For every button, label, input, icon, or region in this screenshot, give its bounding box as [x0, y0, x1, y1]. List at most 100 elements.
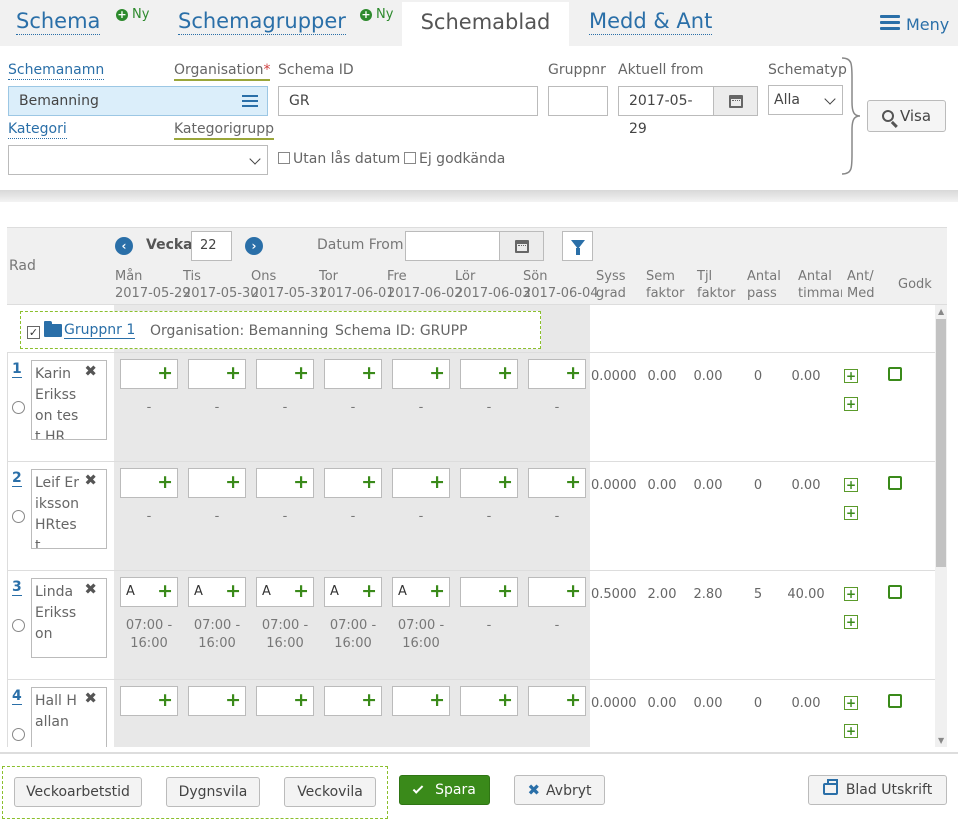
blad-utskrift-button[interactable]: Blad Utskrift	[808, 775, 947, 805]
day-cell-input[interactable]: +	[528, 359, 586, 389]
day-cell-input[interactable]: A +	[120, 577, 178, 607]
chevron-left-icon[interactable]: ‹	[115, 237, 133, 255]
gruppnr-input[interactable]	[548, 86, 608, 116]
kategori-label[interactable]: Kategori	[8, 121, 67, 139]
add-message-icon[interactable]: +	[844, 724, 858, 738]
utan-las-datum-checkbox[interactable]: Utan lås datum	[278, 151, 400, 167]
day-cell-input[interactable]: +	[256, 468, 314, 498]
plus-icon[interactable]: +	[565, 472, 581, 492]
day-cell-input[interactable]: +	[324, 686, 382, 716]
menu-button[interactable]: Meny	[880, 12, 949, 34]
plus-icon[interactable]: +	[157, 690, 173, 710]
row-number-link[interactable]: 4	[12, 689, 22, 705]
spara-button[interactable]: Spara	[399, 775, 490, 805]
remove-icon[interactable]: ✖	[84, 362, 97, 380]
day-cell-input[interactable]: +	[460, 468, 518, 498]
row-number-link[interactable]: 2	[12, 471, 22, 487]
organisation-field[interactable]: Bemanning	[8, 86, 268, 116]
plus-icon[interactable]: +	[429, 690, 445, 710]
add-message-icon[interactable]: +	[844, 397, 858, 411]
vecka-input[interactable]: 22	[191, 231, 232, 261]
plus-icon[interactable]: +	[293, 690, 309, 710]
approve-checkbox[interactable]	[888, 585, 902, 599]
day-cell-input[interactable]: +	[324, 468, 382, 498]
day-cell-input[interactable]: +	[460, 577, 518, 607]
add-note-icon[interactable]: +	[844, 587, 858, 601]
nav-schemagrupper-link[interactable]: Schemagrupper	[178, 8, 346, 35]
add-note-icon[interactable]: +	[844, 478, 858, 492]
approve-checkbox[interactable]	[888, 476, 902, 490]
row-radio[interactable]	[12, 510, 25, 523]
grid-scrollbar[interactable]: ▲ ▼	[935, 305, 947, 747]
day-cell-input[interactable]: +	[120, 686, 178, 716]
filter-button[interactable]	[562, 231, 593, 261]
add-note-icon[interactable]: +	[844, 369, 858, 383]
row-radio[interactable]	[12, 619, 25, 632]
avbryt-button[interactable]: ✖ Avbryt	[514, 775, 605, 805]
plus-icon[interactable]: +	[565, 690, 581, 710]
day-cell-input[interactable]: +	[120, 468, 178, 498]
plus-icon[interactable]: +	[157, 472, 173, 492]
plus-icon[interactable]: +	[497, 690, 513, 710]
group-checkbox[interactable]: ✓	[27, 326, 40, 339]
plus-icon[interactable]: +	[225, 690, 241, 710]
ej-godkanda-checkbox[interactable]: Ej godkända	[404, 151, 505, 167]
plus-icon[interactable]: +	[157, 581, 173, 601]
chevron-right-icon[interactable]: ›	[245, 237, 263, 255]
plus-icon[interactable]: +	[565, 363, 581, 383]
day-cell-input[interactable]: +	[460, 359, 518, 389]
schema-id-input[interactable]: GR	[278, 86, 538, 116]
remove-icon[interactable]: ✖	[84, 580, 97, 598]
plus-icon[interactable]: +	[429, 472, 445, 492]
day-cell-input[interactable]: +	[256, 359, 314, 389]
day-cell-input[interactable]: +	[120, 359, 178, 389]
plus-icon[interactable]: +	[361, 472, 377, 492]
plus-icon[interactable]: +	[293, 472, 309, 492]
nav-schema-new-link[interactable]: + Ny	[116, 7, 149, 22]
plus-icon[interactable]: +	[293, 363, 309, 383]
day-cell-input[interactable]: A +	[324, 577, 382, 607]
day-cell-input[interactable]: A +	[392, 577, 450, 607]
plus-icon[interactable]: +	[361, 690, 377, 710]
day-cell-input[interactable]: +	[392, 359, 450, 389]
day-cell-input[interactable]: +	[188, 468, 246, 498]
datum-from-input[interactable]	[405, 231, 500, 261]
nav-medd-ant-link[interactable]: Medd & Ant	[589, 8, 713, 35]
scrollbar-thumb[interactable]	[936, 319, 946, 567]
plus-icon[interactable]: +	[497, 581, 513, 601]
day-cell-input[interactable]: +	[324, 359, 382, 389]
add-message-icon[interactable]: +	[844, 506, 858, 520]
day-cell-input[interactable]: +	[528, 468, 586, 498]
plus-icon[interactable]: +	[225, 581, 241, 601]
approve-checkbox[interactable]	[888, 367, 902, 381]
add-message-icon[interactable]: +	[844, 615, 858, 629]
dygnsvila-button[interactable]: Dygnsvila	[166, 777, 260, 807]
aktuell-from-input[interactable]: 2017-05-29	[618, 86, 714, 137]
day-cell-input[interactable]: +	[256, 686, 314, 716]
day-cell-input[interactable]: A +	[256, 577, 314, 607]
group-name-link[interactable]: Gruppnr 1	[64, 322, 136, 339]
row-radio[interactable]	[12, 401, 25, 414]
row-radio[interactable]	[12, 728, 25, 741]
aktuell-from-calendar-button[interactable]	[713, 86, 758, 116]
remove-icon[interactable]: ✖	[84, 689, 97, 707]
plus-icon[interactable]: +	[293, 581, 309, 601]
scroll-up-icon[interactable]: ▲	[938, 307, 944, 316]
plus-icon[interactable]: +	[361, 363, 377, 383]
day-cell-input[interactable]: +	[188, 359, 246, 389]
day-cell-input[interactable]: +	[528, 686, 586, 716]
scroll-down-icon[interactable]: ▼	[938, 736, 944, 745]
remove-icon[interactable]: ✖	[84, 471, 97, 489]
day-cell-input[interactable]: +	[188, 686, 246, 716]
kategori-select[interactable]	[8, 145, 268, 175]
plus-icon[interactable]: +	[361, 581, 377, 601]
nav-schema-link[interactable]: Schema	[16, 8, 101, 35]
nav-schemagrupper-new-link[interactable]: + Ny	[360, 7, 393, 22]
datum-from-calendar-button[interactable]	[499, 231, 544, 261]
veckoarbetstid-button[interactable]: Veckoarbetstid	[14, 777, 142, 807]
day-cell-input[interactable]: +	[528, 577, 586, 607]
day-cell-input[interactable]: +	[392, 686, 450, 716]
plus-icon[interactable]: +	[157, 363, 173, 383]
plus-icon[interactable]: +	[225, 363, 241, 383]
add-note-icon[interactable]: +	[844, 696, 858, 710]
